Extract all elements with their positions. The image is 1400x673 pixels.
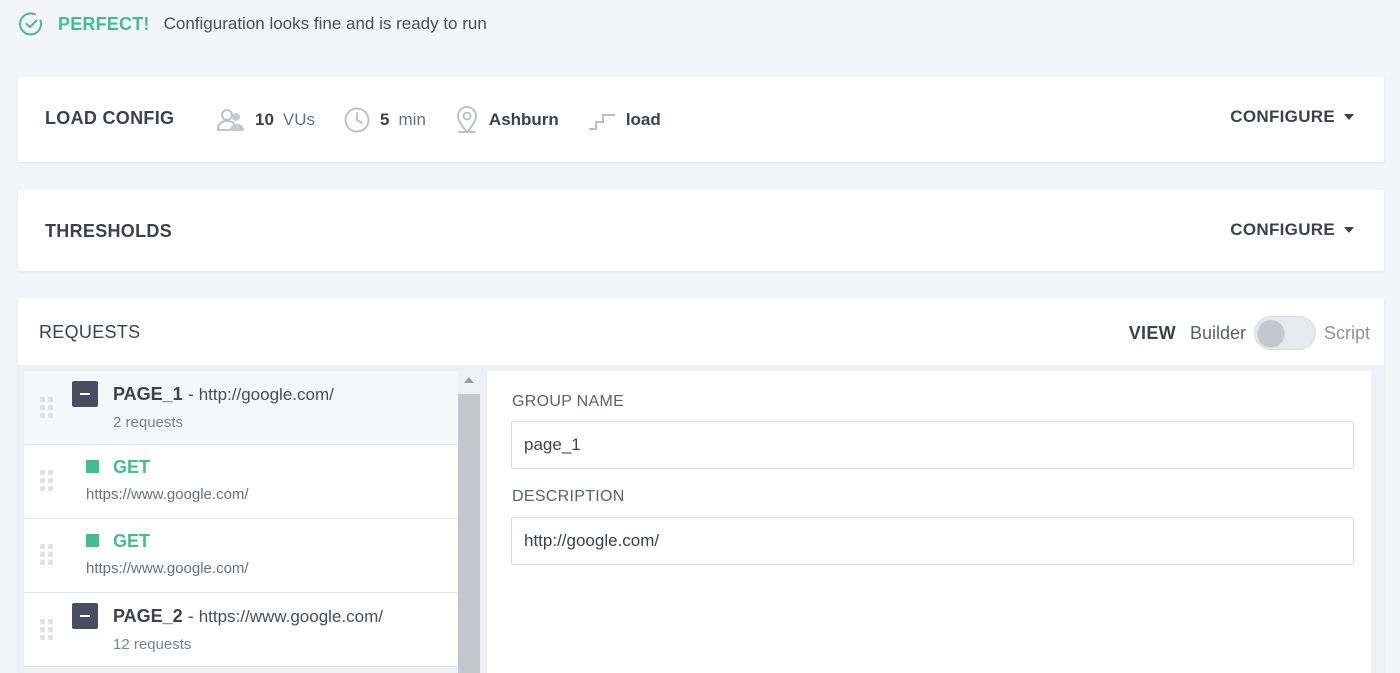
duration-value: 5 <box>380 110 390 129</box>
view-option-builder[interactable]: Builder <box>1190 323 1246 344</box>
request-group-row[interactable]: PAGE_1 - http://google.com/ 2 requests <box>24 371 458 445</box>
group-separator: - <box>182 384 199 404</box>
chevron-down-icon <box>1344 114 1354 120</box>
drag-handle-icon[interactable] <box>40 470 54 492</box>
requests-title: REQUESTS <box>39 322 141 342</box>
group-separator: - <box>182 606 199 626</box>
request-url: https://www.google.com/ <box>86 560 249 577</box>
status-message: Configuration looks fine and is ready to… <box>163 14 487 33</box>
profile-value: load <box>625 110 661 129</box>
collapse-group-button[interactable] <box>72 603 98 629</box>
description-input[interactable] <box>511 517 1354 565</box>
duration-item: 5 min <box>343 106 426 134</box>
thresholds-configure-button[interactable]: CONFIGURE <box>1230 220 1354 240</box>
view-switcher: VIEW Builder Script <box>1129 315 1370 351</box>
group-request-count: 12 requests <box>113 636 192 653</box>
profile-item: load <box>587 108 661 132</box>
group-title: PAGE_1 - http://google.com/ <box>113 384 334 405</box>
group-url: https://www.google.com/ <box>198 607 383 626</box>
group-name: PAGE_2 <box>113 606 183 626</box>
request-list: PAGE_1 - http://google.com/ 2 requests G… <box>24 371 458 673</box>
clock-icon <box>343 106 371 134</box>
configure-label: CONFIGURE <box>1230 107 1335 126</box>
group-name-label: GROUP NAME <box>512 393 625 410</box>
requests-body: PAGE_1 - http://google.com/ 2 requests G… <box>18 365 1384 673</box>
request-row[interactable]: GET https://www.google.com/ <box>24 445 458 519</box>
group-name: PAGE_1 <box>113 384 183 404</box>
drag-handle-icon[interactable] <box>40 619 54 641</box>
description-label: DESCRIPTION <box>512 488 625 505</box>
thresholds-card: THRESHOLDS CONFIGURE <box>18 190 1384 271</box>
request-row[interactable]: GET https://www.google.com/ <box>24 519 458 593</box>
toggle-knob <box>1257 320 1284 346</box>
ramp-steps-icon <box>587 108 617 132</box>
vus-item: 10 VUs <box>216 107 315 133</box>
request-group-row[interactable]: PAGE_2 - https://www.google.com/ 12 requ… <box>24 593 458 667</box>
users-icon <box>216 107 246 133</box>
method-indicator <box>86 460 99 473</box>
load-config-summary: 10 VUs 5 min Ashburn load <box>198 102 671 138</box>
request-method: GET <box>113 531 151 551</box>
drag-handle-icon[interactable] <box>40 544 54 566</box>
check-circle-icon <box>18 11 44 37</box>
vus-unit: VUs <box>282 110 316 129</box>
drag-handle-icon[interactable] <box>40 397 54 419</box>
chevron-down-icon <box>1344 227 1354 233</box>
group-name-input[interactable] <box>511 421 1354 469</box>
load-config-card: LOAD CONFIG 10 VUs 5 min Ashburn load CO… <box>18 77 1384 162</box>
scroll-up-arrow-icon[interactable] <box>464 377 474 383</box>
view-label: VIEW <box>1128 322 1176 343</box>
group-detail-panel: GROUP NAME DESCRIPTION <box>487 371 1371 673</box>
status-word: PERFECT! <box>58 13 150 34</box>
request-list-scrollbar[interactable] <box>458 371 480 673</box>
collapse-group-button[interactable] <box>72 381 98 407</box>
requests-card: REQUESTS VIEW Builder Script PAGE_1 - ht… <box>18 298 1384 673</box>
location-pin-icon <box>454 105 480 135</box>
location-value: Ashburn <box>488 110 559 129</box>
load-config-configure-button[interactable]: CONFIGURE <box>1230 107 1354 127</box>
vus-value: 10 <box>255 110 274 129</box>
group-request-count: 2 requests <box>113 414 184 431</box>
duration-unit: min <box>398 110 426 129</box>
request-method: GET <box>113 457 151 477</box>
scrollbar-thumb[interactable] <box>458 394 480 673</box>
group-url: http://google.com/ <box>198 385 334 404</box>
group-title: PAGE_2 - https://www.google.com/ <box>113 606 383 627</box>
request-url: https://www.google.com/ <box>86 486 249 503</box>
load-config-title: LOAD CONFIG <box>45 108 175 128</box>
view-toggle[interactable] <box>1253 316 1316 350</box>
view-option-script[interactable]: Script <box>1324 323 1370 344</box>
thresholds-title: THRESHOLDS <box>45 221 173 241</box>
configure-label: CONFIGURE <box>1230 220 1335 239</box>
status-bar: PERFECT! Configuration looks fine and is… <box>18 10 487 38</box>
method-indicator <box>86 534 99 547</box>
location-item: Ashburn <box>454 105 559 135</box>
